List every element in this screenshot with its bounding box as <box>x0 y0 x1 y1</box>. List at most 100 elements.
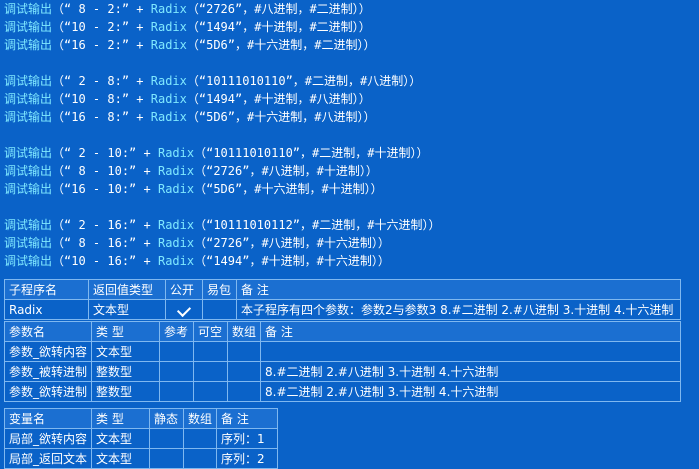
easy-package-cell[interactable] <box>202 299 237 320</box>
function-name: 调试输出 <box>4 164 53 178</box>
subroutine-header-row: 子程序名 返回值类型 公开 易包 备 注 <box>4 279 681 300</box>
blank-code-line[interactable] <box>4 54 694 72</box>
code-line[interactable]: 调试输出（“10 - 8:” + Radix（“1494”，#十进制，#八进制）… <box>4 90 694 108</box>
var-static-cell[interactable] <box>149 448 185 469</box>
paren-open: （ <box>52 38 65 52</box>
command-name: Radix <box>150 74 187 88</box>
header-var-name: 变量名 <box>3 408 93 429</box>
paren-close: ） <box>358 92 371 106</box>
param-name-cell[interactable]: 参数_被转进制 <box>3 361 93 382</box>
param-type-cell[interactable]: 整数型 <box>91 381 161 402</box>
code-editor[interactable]: 调试输出（“ 8 - 2:” + Radix（“2726”，#八进制，#二进制）… <box>4 0 694 270</box>
command-name: Radix <box>150 2 187 16</box>
param-nullable-cell[interactable] <box>193 381 229 402</box>
param-nullable-cell[interactable] <box>193 361 229 382</box>
code-line[interactable]: 调试输出（“10 - 2:” + Radix（“1494”，#十进制，#二进制）… <box>4 18 694 36</box>
var-name-cell[interactable]: 局部_返回文本 <box>3 448 93 469</box>
var-array-cell[interactable] <box>183 428 218 449</box>
paren-close: ） <box>365 164 378 178</box>
param-name-cell[interactable]: 参数_欲转进制 <box>3 381 93 402</box>
var-type-cell[interactable]: 文本型 <box>91 448 151 469</box>
plus-operator: + <box>136 146 158 160</box>
param-array-cell[interactable] <box>227 341 262 362</box>
command-name: Radix <box>157 164 195 178</box>
code-line[interactable]: 调试输出（“ 2 - 8:” + Radix（“10111010110”，#二进… <box>4 72 694 90</box>
table-row[interactable]: 局部_返回文本 文本型 序列：2 <box>3 448 278 469</box>
param-note-cell[interactable] <box>260 341 681 362</box>
command-name: Radix <box>157 182 195 196</box>
function-name: 调试输出 <box>4 146 53 160</box>
public-cell[interactable] <box>165 299 203 320</box>
function-name: 调试输出 <box>4 182 53 196</box>
table-row[interactable]: 局部_欲转内容 文本型 序列：1 <box>3 428 278 449</box>
blank-code-line[interactable] <box>4 126 694 144</box>
string-literal: “16 - 10:” <box>64 182 137 196</box>
function-name: 调试输出 <box>4 110 53 124</box>
blank-code-line[interactable] <box>4 198 694 216</box>
var-static-cell[interactable] <box>149 428 185 449</box>
string-literal: “16 - 8:” <box>64 110 130 124</box>
string-literal: “ 8 - 16:” <box>64 236 137 250</box>
paren-close: ） <box>377 254 390 268</box>
param-array-cell[interactable] <box>227 361 262 382</box>
checkmark-icon <box>176 302 192 317</box>
code-line[interactable]: 调试输出（“ 8 - 10:” + Radix（“2726”，#八进制，#十进制… <box>4 162 694 180</box>
function-name: 调试输出 <box>4 38 53 52</box>
header-easy-package: 易包 <box>202 279 237 300</box>
header-var-array: 数组 <box>183 408 218 429</box>
var-note-cell[interactable]: 序列：1 <box>216 428 278 449</box>
param-note-cell[interactable]: 8.#二进制 2.#八进制 3.十进制 4.十六进制 <box>260 361 681 382</box>
code-line[interactable]: 调试输出（“ 8 - 16:” + Radix（“2726”，#八进制，#十六进… <box>4 234 694 252</box>
paren-open: （ <box>52 146 65 160</box>
table-row[interactable]: 参数_欲转进制 整数型 8.#二进制 2.#八进制 3.十进制 4.十六进制 <box>3 381 681 402</box>
function-name: 调试输出 <box>4 236 53 250</box>
subroutine-row[interactable]: Radix 文本型 本子程序有四个参数：参数2与参数3 8.#二进制 2.#八进… <box>4 299 681 320</box>
code-line[interactable]: 调试输出（“16 - 10:” + Radix（“5D6”，#十六进制，#十进制… <box>4 180 694 198</box>
param-ref-cell[interactable] <box>159 341 195 362</box>
param-array-cell[interactable] <box>227 381 262 402</box>
plus-operator: + <box>129 110 151 124</box>
code-line[interactable]: 调试输出（“ 2 - 16:” + Radix（“10111010112”，#二… <box>4 216 694 234</box>
var-type-cell[interactable]: 文本型 <box>91 428 151 449</box>
param-nullable-cell[interactable] <box>193 341 229 362</box>
return-type-cell[interactable]: 文本型 <box>88 299 166 320</box>
sub-name-cell[interactable]: Radix <box>4 299 89 320</box>
plus-operator: + <box>129 2 151 16</box>
param-ref-cell[interactable] <box>159 361 195 382</box>
code-line[interactable]: 调试输出（“ 8 - 2:” + Radix（“2726”，#八进制，#二进制）… <box>4 0 694 18</box>
code-line[interactable]: 调试输出（“16 - 2:” + Radix（“5D6”，#十六进制，#二进制）… <box>4 36 694 54</box>
arguments: （“2726”，#八进制，#十六进制） <box>194 236 378 250</box>
table-row[interactable]: 参数_被转进制 整数型 8.#二进制 2.#八进制 3.十进制 4.十六进制 <box>3 361 681 382</box>
code-line[interactable]: 调试输出（“ 2 - 10:” + Radix（“10111010110”，#二… <box>4 144 694 162</box>
param-type-cell[interactable]: 文本型 <box>91 341 161 362</box>
var-name-cell[interactable]: 局部_欲转内容 <box>3 428 93 449</box>
var-array-cell[interactable] <box>183 448 218 469</box>
paren-open: （ <box>52 236 65 250</box>
paren-close: ） <box>363 38 376 52</box>
plus-operator: + <box>129 74 151 88</box>
param-note-cell[interactable]: 8.#二进制 2.#八进制 3.十进制 4.十六进制 <box>260 381 681 402</box>
string-literal: “10 - 2:” <box>64 20 130 34</box>
sub-note-cell[interactable]: 本子程序有四个参数：参数2与参数3 8.#二进制 2.#八进制 3.十进制 4.… <box>236 299 681 320</box>
plus-operator: + <box>129 20 151 34</box>
table-row[interactable]: 参数_欲转内容 文本型 <box>3 341 681 362</box>
param-type-cell[interactable]: 整数型 <box>91 361 161 382</box>
code-line[interactable]: 调试输出（“16 - 8:” + Radix（“5D6”，#十六进制，#八进制）… <box>4 108 694 126</box>
function-name: 调试输出 <box>4 74 53 88</box>
paren-close: ） <box>428 218 441 232</box>
paren-open: （ <box>52 92 65 106</box>
arguments: （“10111010110”，#二进制，#十进制） <box>194 146 417 160</box>
command-name: Radix <box>157 218 195 232</box>
function-name: 调试输出 <box>4 254 53 268</box>
param-name-cell[interactable]: 参数_欲转内容 <box>3 341 93 362</box>
function-name: 调试输出 <box>4 20 53 34</box>
paren-open: （ <box>52 110 65 124</box>
paren-open: （ <box>52 2 65 16</box>
param-ref-cell[interactable] <box>159 381 195 402</box>
command-name: Radix <box>150 38 187 52</box>
code-line[interactable]: 调试输出（“10 - 16:” + Radix（“1494”，#十进制，#十六进… <box>4 252 694 270</box>
arguments: （“10111010112”，#二进制，#十六进制） <box>194 218 429 232</box>
var-note-cell[interactable]: 序列：2 <box>216 448 278 469</box>
plus-operator: + <box>129 92 151 106</box>
paren-close: ） <box>377 236 390 250</box>
